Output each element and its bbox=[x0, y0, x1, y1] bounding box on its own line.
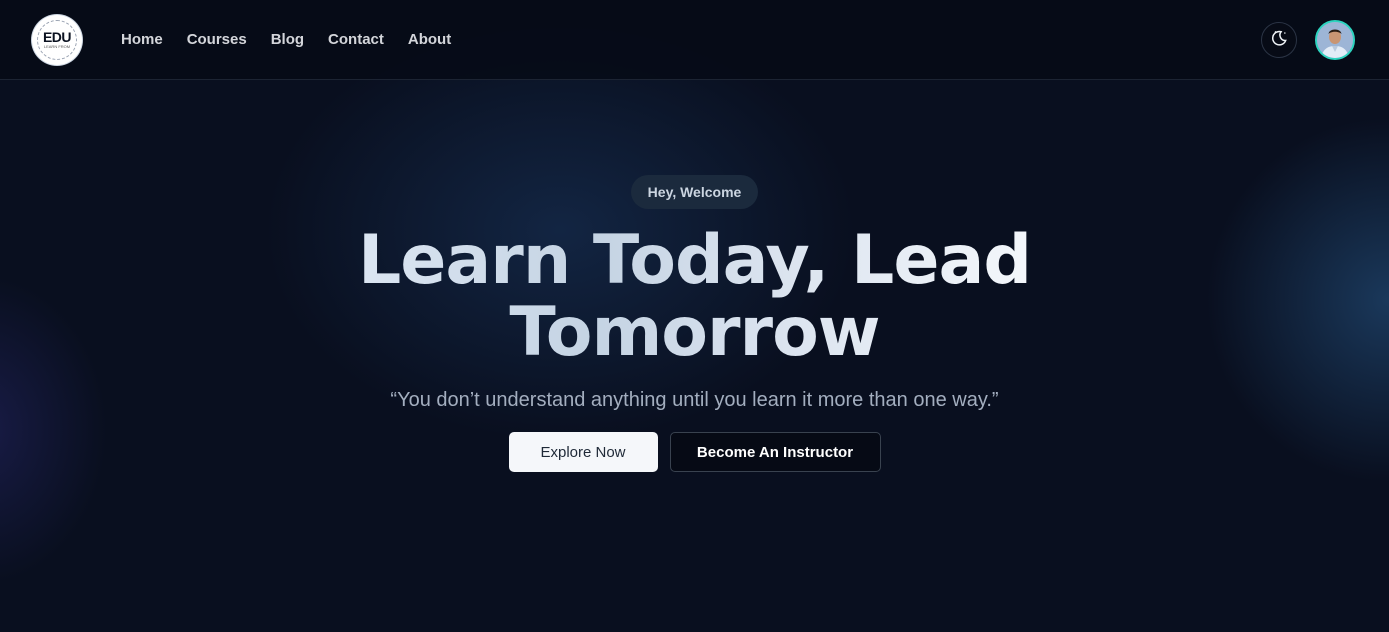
user-avatar[interactable] bbox=[1315, 19, 1355, 60]
nav-about[interactable]: About bbox=[408, 31, 451, 48]
nav-contact[interactable]: Contact bbox=[328, 31, 384, 48]
hero-title: Learn Today, Lead Tomorrow bbox=[358, 225, 1031, 369]
user-avatar-image bbox=[1317, 21, 1353, 58]
theme-toggle-button[interactable] bbox=[1261, 21, 1297, 58]
brand-logo[interactable]: EDU LEARN FROM bbox=[34, 16, 80, 63]
hero-title-line-1: Learn Today, Lead bbox=[357, 221, 1032, 300]
header-actions bbox=[1261, 19, 1355, 60]
hero-title-line-2: Tomorrow bbox=[509, 293, 880, 372]
main-nav: Home Courses Blog Contact About bbox=[121, 31, 451, 48]
nav-home[interactable]: Home bbox=[121, 31, 163, 48]
moon-stars-icon bbox=[1269, 28, 1289, 51]
logo-subtext: LEARN FROM bbox=[43, 44, 71, 49]
explore-now-button[interactable]: Explore Now bbox=[508, 432, 658, 472]
welcome-badge: Hey, Welcome bbox=[630, 175, 759, 209]
logo-text: EDU bbox=[42, 29, 72, 45]
hero-quote: “You don’t understand anything until you… bbox=[390, 389, 999, 411]
hero-section: Hey, Welcome Learn Today, Lead Tomorrow … bbox=[0, 80, 1389, 632]
nav-courses[interactable]: Courses bbox=[187, 31, 247, 48]
hero-actions: Explore Now Become An Instructor bbox=[508, 432, 881, 472]
top-navbar: EDU LEARN FROM Home Courses Blog Contact… bbox=[0, 0, 1389, 80]
become-instructor-button[interactable]: Become An Instructor bbox=[669, 432, 881, 472]
page: EDU LEARN FROM Home Courses Blog Contact… bbox=[0, 0, 1389, 632]
nav-blog[interactable]: Blog bbox=[271, 31, 304, 48]
